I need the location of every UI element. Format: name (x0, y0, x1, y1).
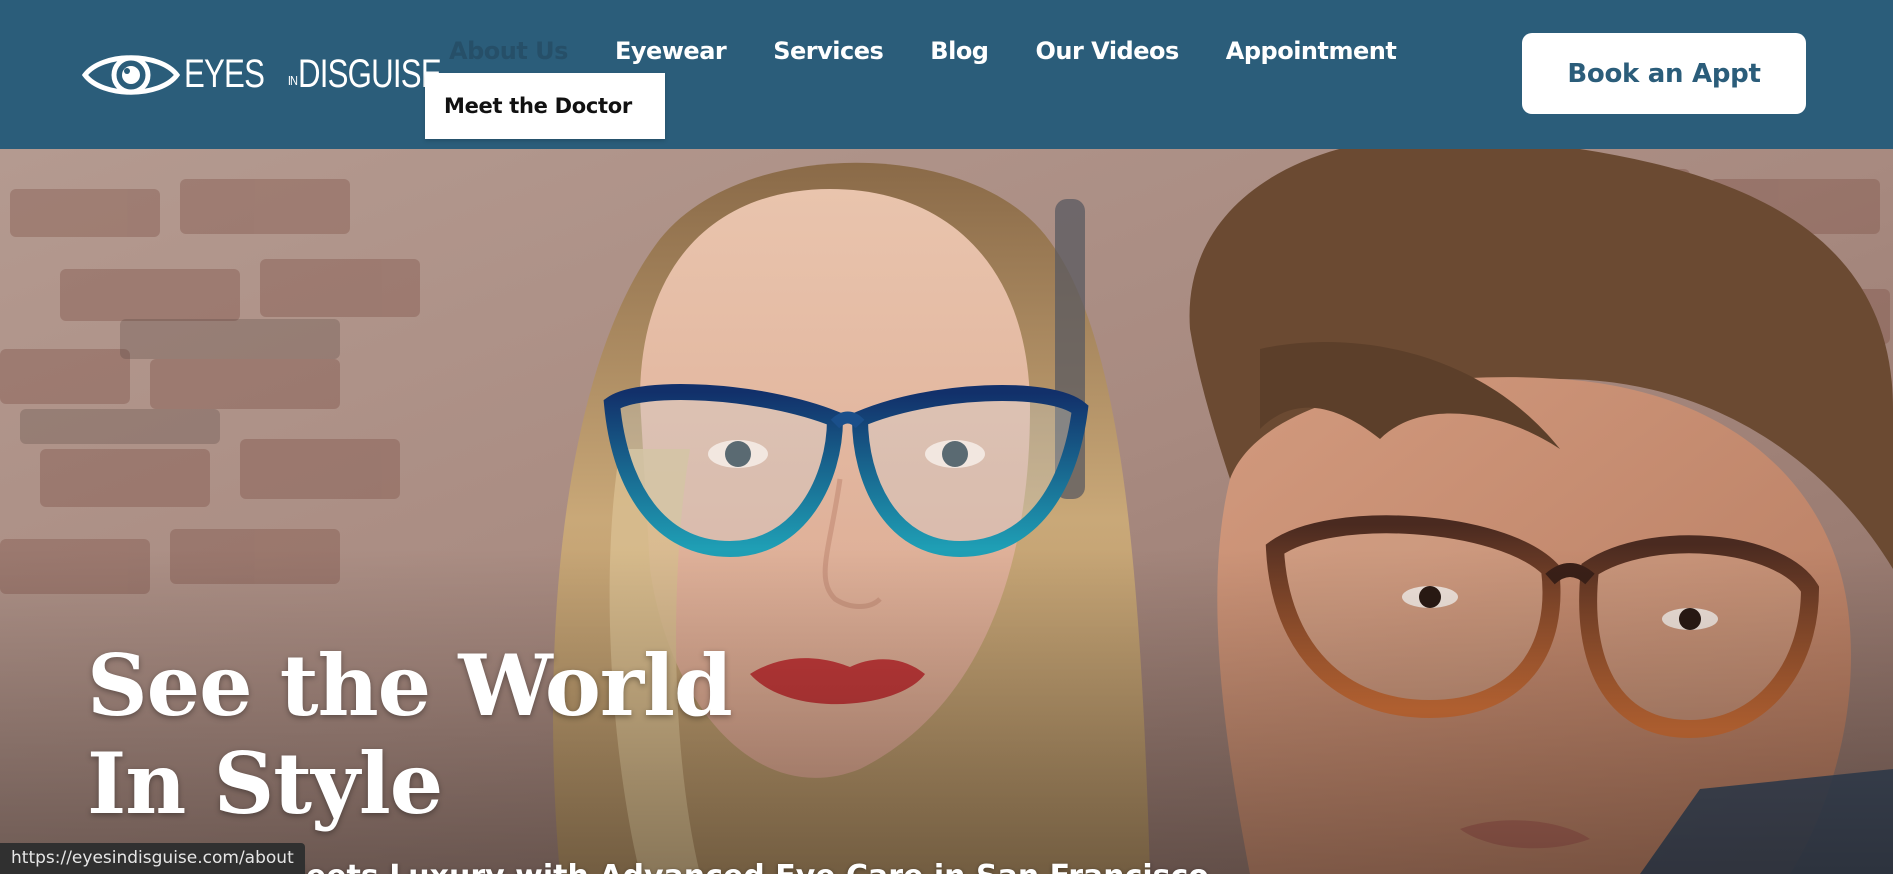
hero-section: See the World In Style Meets Luxury with… (0, 149, 1893, 874)
nav-item-about-us[interactable]: About Us (449, 36, 568, 66)
site-header: EYES IN DISGUISE About Us Eyewear Servic… (0, 0, 1893, 149)
dropdown-item-meet-the-doctor[interactable]: Meet the Doctor (444, 94, 632, 118)
logo-word-in: IN (287, 73, 298, 88)
nav-item-services[interactable]: Services (773, 36, 884, 66)
nav-item-appointment[interactable]: Appointment (1226, 36, 1397, 66)
hero-title: See the World In Style (87, 636, 733, 833)
eye-icon (82, 55, 180, 95)
browser-status-url: https://eyesindisguise.com/about (0, 843, 305, 874)
nav-item-eyewear[interactable]: Eyewear (615, 36, 727, 66)
logo-word-disguise: DISGUISE (297, 52, 442, 96)
hero-title-line-1: See the World (87, 636, 733, 735)
hero-title-line-2: In Style (87, 734, 443, 833)
about-dropdown-menu: Meet the Doctor (425, 73, 665, 139)
book-appointment-button[interactable]: Book an Appt (1522, 33, 1806, 114)
hero-subtitle: Meets Luxury with Advanced Eye Care in S… (276, 859, 1209, 874)
main-nav: About Us Eyewear Services Blog Our Video… (449, 36, 1397, 66)
site-logo[interactable]: EYES IN DISGUISE (82, 46, 481, 102)
nav-item-our-videos[interactable]: Our Videos (1035, 36, 1179, 66)
nav-item-blog[interactable]: Blog (930, 36, 989, 66)
logo-word-eyes: EYES (184, 52, 265, 96)
